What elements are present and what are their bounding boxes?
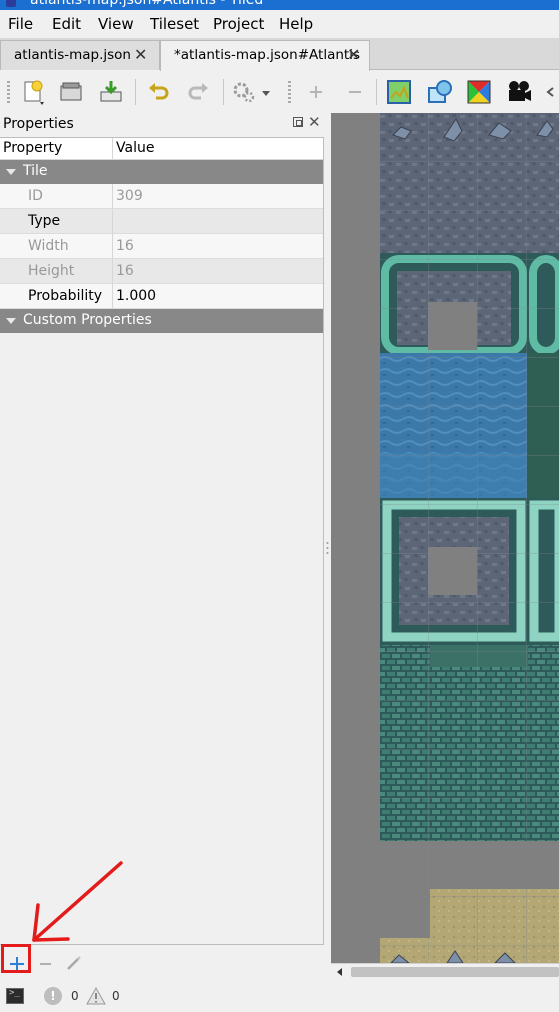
annotation-arrow-icon: [32, 861, 123, 942]
scroll-left-arrow-icon[interactable]: [337, 968, 342, 976]
app-icon: [6, 0, 16, 7]
document-tab-bar: atlantis-map.json ✕ *atlantis-map.json#A…: [0, 38, 559, 71]
main-toolbar: [0, 71, 559, 113]
console-icon[interactable]: [6, 988, 24, 1004]
toolbar-grip[interactable]: [288, 81, 291, 103]
warning-icon[interactable]: [86, 987, 106, 1005]
row-value: 16: [116, 263, 134, 279]
panel-splitter[interactable]: [324, 113, 331, 979]
dropdown-arrow-icon[interactable]: [258, 78, 274, 106]
property-tools: [0, 945, 324, 979]
close-tab-icon[interactable]: ✕: [347, 45, 360, 64]
property-grid: Property Value Tile ID 309 Type Width 16…: [0, 137, 324, 945]
row-probability[interactable]: Probability 1.000: [0, 284, 323, 309]
toolbar-separator: [223, 79, 224, 105]
zoom-in-icon[interactable]: [302, 78, 330, 106]
terrain-editor-icon[interactable]: [465, 78, 493, 106]
tab-atlantis-tileset[interactable]: *atlantis-map.json#Atlantis ✕: [160, 40, 370, 71]
probability-value-field[interactable]: 1.000: [116, 288, 156, 304]
menu-project[interactable]: Project: [213, 15, 264, 33]
tileset-image[interactable]: [331, 113, 559, 963]
group-label: Tile: [23, 163, 48, 179]
row-key: Type: [28, 213, 61, 229]
toolbar-overflow-icon[interactable]: [544, 78, 559, 106]
window-title: atlantis-map.json#Atlantis - Tiled: [30, 0, 264, 8]
window-title-bar: atlantis-map.json#Atlantis - Tiled: [0, 0, 559, 10]
header-value[interactable]: Value: [116, 140, 154, 156]
tab-label: *atlantis-map.json#Atlantis: [174, 47, 360, 63]
row-key: Height: [28, 263, 75, 279]
row-height[interactable]: Height 16: [0, 259, 323, 284]
row-value: 16: [116, 238, 134, 254]
toolbar-separator: [135, 79, 136, 105]
row-key: Width: [28, 238, 69, 254]
panel-title: Properties: [3, 116, 74, 132]
menu-bar: File Edit View Tileset Project Help: [0, 10, 559, 38]
column-divider[interactable]: [112, 138, 113, 160]
properties-panel: Properties ✕ Property Value Tile ID 309 …: [0, 113, 324, 945]
error-count: 0: [71, 989, 79, 1003]
redo-icon[interactable]: [185, 78, 213, 106]
row-key: Probability: [28, 288, 103, 304]
menu-edit[interactable]: Edit: [52, 15, 81, 33]
error-icon[interactable]: !: [44, 987, 62, 1005]
warning-count: 0: [112, 989, 120, 1003]
tileset-properties-icon[interactable]: [385, 78, 413, 106]
undo-icon[interactable]: [144, 78, 172, 106]
header-property[interactable]: Property: [3, 140, 62, 156]
close-panel-icon[interactable]: ✕: [308, 113, 321, 131]
tileset-view[interactable]: [331, 113, 559, 963]
rename-property-icon[interactable]: [66, 955, 82, 971]
group-label: Custom Properties: [23, 312, 152, 328]
toolbar-grip[interactable]: [7, 81, 10, 103]
expand-arrow-icon[interactable]: [6, 318, 16, 324]
tab-label: atlantis-map.json: [14, 47, 131, 63]
close-tab-icon[interactable]: ✕: [134, 45, 147, 64]
zoom-out-icon[interactable]: [341, 78, 369, 106]
menu-view[interactable]: View: [98, 15, 134, 33]
collision-editor-icon[interactable]: [426, 78, 454, 106]
row-width[interactable]: Width 16: [0, 234, 323, 259]
scrollbar-thumb[interactable]: [351, 967, 559, 977]
tab-atlantis-map[interactable]: atlantis-map.json ✕: [0, 40, 160, 70]
horizontal-scrollbar[interactable]: [331, 963, 559, 979]
status-bar: ! 0 0: [0, 979, 559, 1012]
row-value: 309: [116, 188, 143, 204]
open-file-icon[interactable]: [57, 78, 85, 106]
row-type[interactable]: Type: [0, 209, 323, 234]
animation-editor-icon[interactable]: [505, 78, 533, 106]
row-key: ID: [28, 188, 43, 204]
new-file-icon[interactable]: [20, 78, 48, 106]
row-id[interactable]: ID 309: [0, 184, 323, 209]
group-custom-properties[interactable]: Custom Properties: [0, 309, 323, 333]
toolbar-separator: [376, 79, 377, 105]
menu-file[interactable]: File: [8, 15, 33, 33]
remove-property-button[interactable]: [40, 963, 51, 965]
grid-header: Property Value: [0, 138, 323, 160]
save-file-icon[interactable]: [97, 78, 125, 106]
command-icon[interactable]: [230, 78, 258, 106]
float-panel-icon[interactable]: [293, 117, 303, 127]
menu-tileset[interactable]: Tileset: [150, 15, 199, 33]
group-tile[interactable]: Tile: [0, 160, 323, 184]
menu-help[interactable]: Help: [279, 15, 313, 33]
expand-arrow-icon[interactable]: [6, 169, 16, 175]
